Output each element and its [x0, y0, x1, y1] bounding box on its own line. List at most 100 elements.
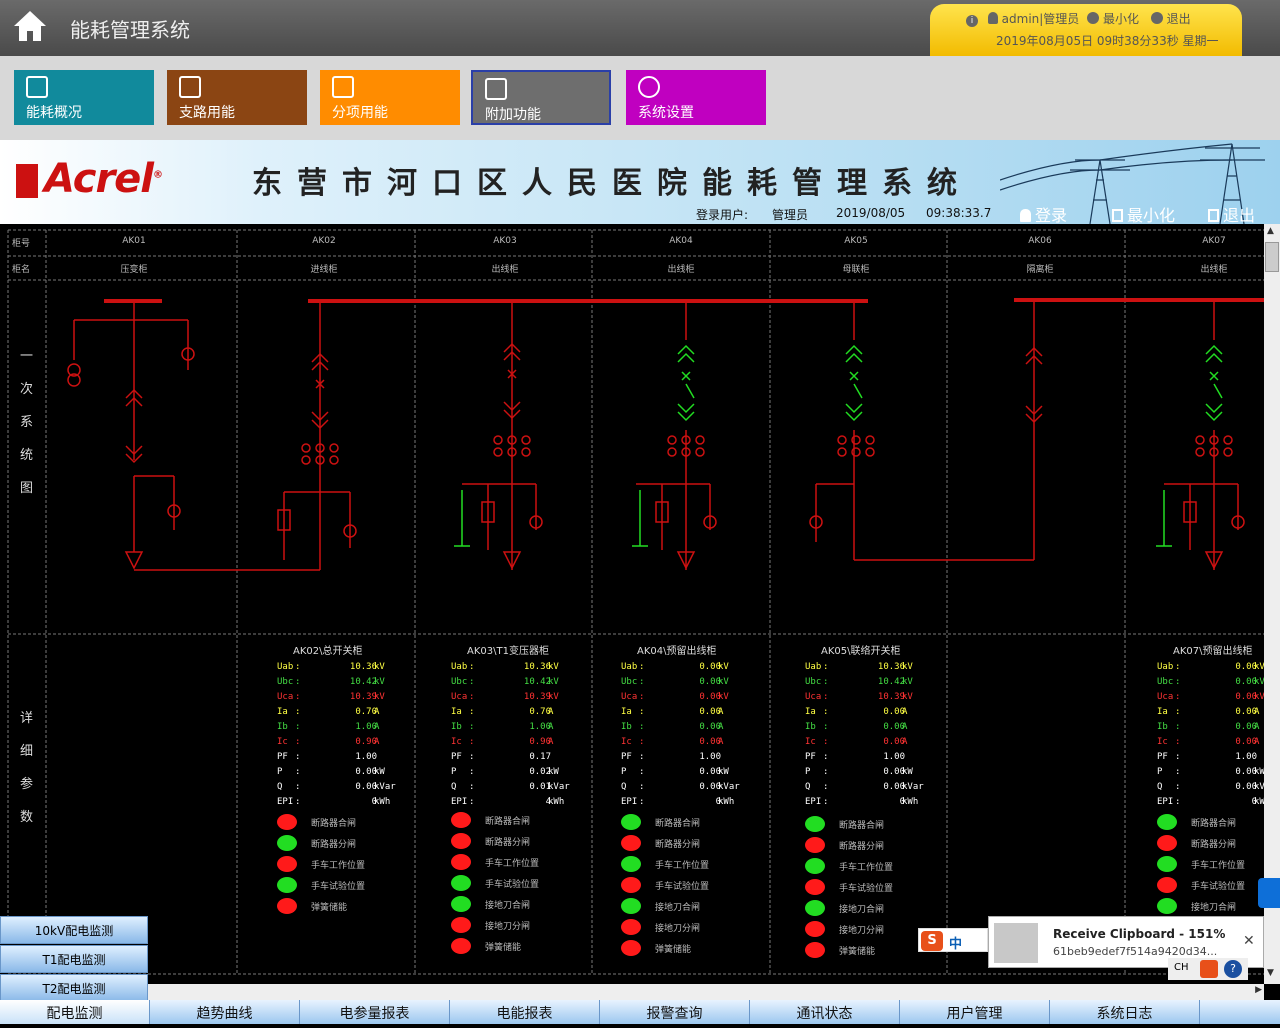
colon: :: [295, 752, 301, 762]
module-label: 能耗概况: [26, 105, 82, 121]
measurement-row: P:0.02 kW: [451, 765, 581, 780]
module-button-5[interactable]: 系统设置: [626, 70, 766, 125]
measurement-unit: kWh: [374, 797, 391, 807]
measurement-row: Ib:0.00 A: [621, 720, 751, 735]
cabinet-no: AK06: [1028, 236, 1052, 246]
scroll-up-icon[interactable]: ▲: [1267, 226, 1274, 236]
nav-tab[interactable]: 系统日志: [1050, 1000, 1200, 1024]
colon: :: [639, 737, 645, 747]
measurement-unit: kV: [548, 692, 559, 702]
horizontal-scrollbar[interactable]: ▶: [148, 984, 1264, 1000]
status-indicator-icon: [277, 856, 297, 872]
measurement-key: PF: [277, 752, 288, 762]
measurement-value: 10.42: [877, 677, 905, 687]
module-button-2[interactable]: 支路用能: [167, 70, 307, 125]
notification-text: 61beb9edef7f514a9420d34...: [1053, 945, 1218, 958]
measurement-key: EPI: [805, 797, 822, 807]
minimize-icon: [1112, 209, 1123, 222]
colon: :: [823, 767, 829, 777]
sogou-tray-icon[interactable]: [1200, 960, 1218, 978]
measurement-row: PF: 1.00: [1157, 750, 1280, 765]
status-label: 接地刀合闸: [1191, 903, 1237, 913]
measurement-unit: A: [718, 722, 724, 732]
panel-title: AK05\联络开关柜: [821, 646, 901, 657]
side-menu-item[interactable]: 10kV配电监测: [0, 916, 148, 944]
cabinet-no: AK05: [844, 236, 868, 246]
minimize-link[interactable]: 最小化: [1103, 12, 1139, 26]
teamviewer-icon[interactable]: [1258, 878, 1280, 908]
cabinet-no: AK04: [669, 236, 693, 246]
status-label: 断路器分闸: [1191, 840, 1237, 850]
side-menu-item[interactable]: T2配电监测: [0, 974, 148, 1002]
measurement-unit: A: [1254, 737, 1260, 747]
module-button-4[interactable]: 附加功能: [471, 70, 611, 125]
scroll-thumb[interactable]: [1265, 242, 1279, 272]
home-icon[interactable]: [12, 8, 48, 44]
lang-indicator[interactable]: CH: [1174, 962, 1189, 973]
status-indicator-icon: [621, 877, 641, 893]
minimize-button[interactable]: 最小化: [1112, 202, 1175, 224]
status-row: 手车工作位置: [805, 858, 945, 879]
exit-button[interactable]: 退出: [1208, 202, 1255, 224]
user-label[interactable]: admin|管理员: [1002, 12, 1080, 26]
measurement-row: PF: 1.00: [621, 750, 751, 765]
scroll-down-icon[interactable]: ▼: [1267, 968, 1274, 978]
vertical-scrollbar[interactable]: ▲ ▼: [1264, 224, 1280, 984]
measurement-unit: A: [548, 707, 554, 717]
panel-title: AK02\总开关柜: [293, 646, 363, 657]
ime-bar[interactable]: S 中: [918, 928, 988, 952]
login-button[interactable]: 登录: [1020, 202, 1067, 224]
measurement-unit: kV: [902, 677, 913, 687]
side-menu-item[interactable]: T1配电监测: [0, 945, 148, 973]
scroll-right-icon[interactable]: ▶: [1255, 985, 1262, 995]
cabinet-no: AK02: [312, 236, 336, 246]
measurement-key: Uab: [805, 662, 822, 672]
colon: :: [823, 737, 829, 747]
cabinet-name: 出线柜: [667, 265, 695, 275]
measurement-key: P: [1157, 767, 1163, 777]
minimize-icon[interactable]: [1087, 12, 1100, 24]
measurement-row: Ib:0.00 A: [1157, 720, 1280, 735]
status-label: 断路器合闸: [839, 821, 885, 831]
measurement-unit: A: [902, 737, 908, 747]
module-button-3[interactable]: 分项用能: [320, 70, 460, 125]
measurement-unit: A: [718, 737, 724, 747]
measurement-row: Q:0.01 kVar: [451, 780, 581, 795]
measurement-key: Q: [1157, 782, 1163, 792]
status-row: 断路器分闸: [1157, 835, 1280, 856]
status-label: 接地刀分闸: [655, 924, 701, 934]
status-label: 手车试验位置: [311, 882, 366, 892]
status-indicator-icon: [451, 833, 471, 849]
status-label: 接地刀分闸: [485, 922, 531, 932]
nav-tab[interactable]: 报警查询: [600, 1000, 750, 1024]
nav-tab[interactable]: 趋势曲线: [150, 1000, 300, 1024]
nav-tab[interactable]: 电能报表: [450, 1000, 600, 1024]
panel-title: AK03\T1变压器柜: [467, 646, 549, 657]
measurement-unit: kV: [374, 662, 385, 672]
info-icon[interactable]: i: [966, 15, 978, 27]
status-label: 手车工作位置: [655, 861, 710, 871]
cabinet-no: AK01: [122, 236, 146, 246]
measurement-key: Uca: [621, 692, 638, 702]
nav-tab[interactable]: 用户管理: [900, 1000, 1050, 1024]
exit-link[interactable]: 退出: [1167, 12, 1191, 26]
measurement-unit: kV: [718, 662, 729, 672]
cabinet-no: AK03: [493, 236, 517, 246]
app-title: 能耗管理系统: [70, 18, 190, 42]
colon: :: [639, 752, 645, 762]
status-row: 接地刀分闸: [621, 919, 761, 940]
help-icon[interactable]: ?: [1224, 960, 1242, 978]
module-button-1[interactable]: 能耗概况: [14, 70, 154, 125]
colon: :: [639, 797, 645, 807]
status-label: 断路器分闸: [655, 840, 701, 850]
measurement-row: Ubc:0.00 kV: [1157, 675, 1280, 690]
close-icon[interactable]: ✕: [1243, 933, 1255, 949]
exit-icon[interactable]: [1150, 12, 1163, 24]
colon: :: [639, 707, 645, 717]
colon: :: [1175, 782, 1181, 792]
nav-tab[interactable]: 通讯状态: [750, 1000, 900, 1024]
status-row: 断路器合闸: [805, 816, 945, 837]
nav-tab[interactable]: 配电监测: [0, 1000, 150, 1024]
nav-tab[interactable]: 电参量报表: [300, 1000, 450, 1024]
status-row: 接地刀合闸: [621, 898, 761, 919]
